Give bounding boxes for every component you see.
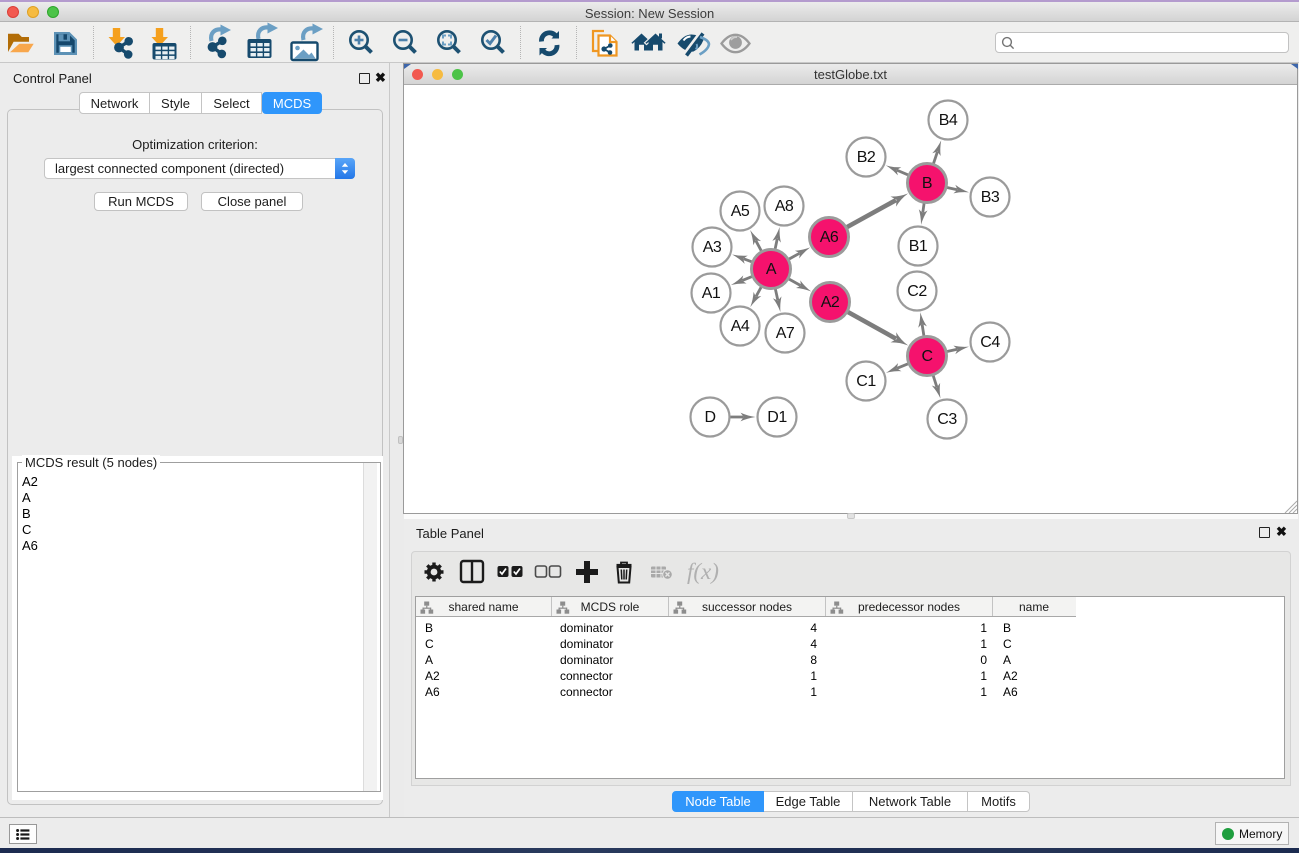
svg-text:B: B: [922, 175, 932, 192]
svg-text:A3: A3: [703, 239, 722, 256]
svg-text:A5: A5: [731, 203, 750, 220]
svg-text:A6: A6: [820, 229, 839, 246]
svg-text:A1: A1: [702, 285, 721, 302]
svg-text:B3: B3: [981, 189, 1000, 206]
svg-text:C4: C4: [980, 334, 1000, 351]
svg-text:f(x): f(x): [687, 559, 719, 584]
svg-text:C3: C3: [937, 411, 957, 428]
svg-text:B1: B1: [909, 238, 928, 255]
svg-text:A: A: [766, 261, 777, 278]
svg-text:B2: B2: [857, 149, 876, 166]
svg-text:A8: A8: [775, 198, 794, 215]
svg-text:C1: C1: [856, 373, 876, 390]
svg-text:A4: A4: [731, 318, 750, 335]
svg-text:A7: A7: [776, 325, 795, 342]
svg-text:B4: B4: [939, 112, 958, 129]
svg-text:C: C: [921, 348, 932, 365]
svg-text:D1: D1: [767, 409, 787, 426]
svg-text:A2: A2: [821, 294, 840, 311]
svg-text:C2: C2: [907, 283, 927, 300]
svg-text:D: D: [704, 409, 715, 426]
